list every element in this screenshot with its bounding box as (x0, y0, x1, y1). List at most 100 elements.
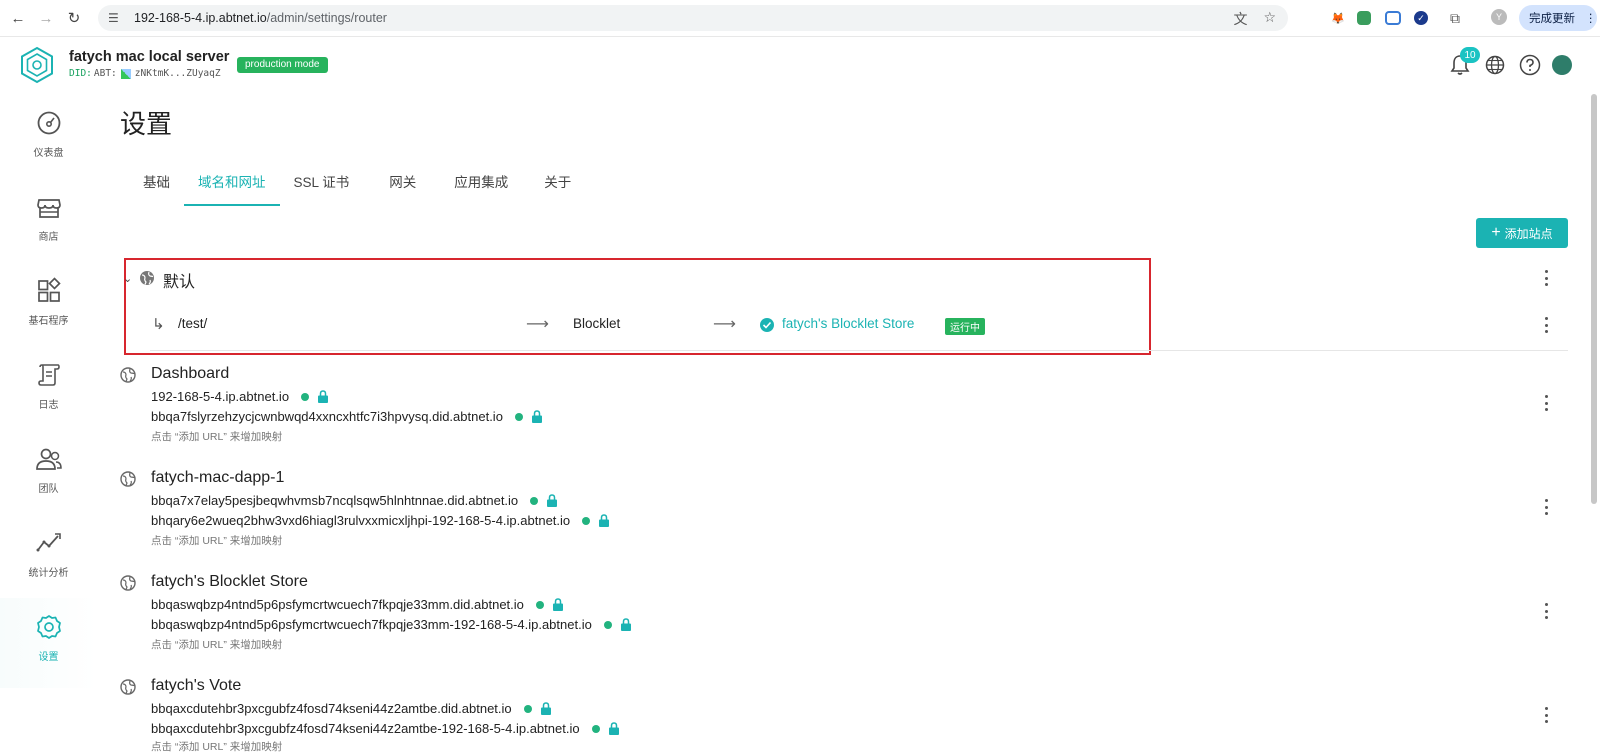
tab-gateway[interactable]: 网关 (363, 170, 430, 206)
domain-text[interactable]: bbqa7x7elay5pesjbeqwhvmsb7ncqlsqw5hlnhtn… (151, 493, 518, 508)
globe-icon (120, 471, 136, 487)
status-dot (301, 392, 310, 401)
status-dot (523, 704, 532, 713)
language-globe-icon[interactable] (1483, 53, 1507, 77)
rule-target-name[interactable]: fatych's Blocklet Store (782, 316, 914, 331)
reload-icon[interactable]: ↻ (64, 8, 84, 28)
domain-text[interactable]: 192-168-5-4.ip.abtnet.io (151, 389, 289, 404)
site-more-icon[interactable] (1543, 707, 1549, 723)
sidebar-item-label: 团队 (38, 484, 59, 495)
sidebar-item-blocklets[interactable]: 基石程序 (0, 262, 97, 342)
rule-target-type: Blocklet (573, 316, 621, 331)
site-domain[interactable]: bbqaswqbzp4ntnd5p6psfymcrtwcuech7fkpqje3… (151, 597, 564, 612)
puzzle-extensions-icon[interactable]: ⧉ (1445, 8, 1465, 28)
analytics-icon (36, 533, 61, 552)
site-more-icon[interactable] (1543, 395, 1549, 411)
translate-icon[interactable]: 文 (1233, 9, 1247, 29)
tab-domains-urls[interactable]: 域名和网址 (184, 170, 280, 206)
site-domain[interactable]: bbqaswqbzp4ntnd5p6psfymcrtwcuech7fkpqje3… (151, 617, 632, 632)
site-more-icon[interactable] (1543, 603, 1549, 619)
url-host: 192-168-5-4.ip.abtnet.io (134, 11, 267, 25)
site-domain[interactable]: bhqary6e2wueq2bhw3vxd6hiagl3rulvxxmicxlj… (151, 513, 610, 528)
tab-about[interactable]: 关于 (522, 170, 585, 206)
rule-path: /test/ (178, 316, 208, 331)
status-dot (591, 724, 600, 733)
check-circle-icon (760, 318, 774, 332)
update-button[interactable]: 完成更新 ⋮ (1519, 5, 1597, 31)
site-domain[interactable]: bbqa7x7elay5pesjbeqwhvmsb7ncqlsqw5hlnhtn… (151, 493, 558, 508)
add-url-hint: 点击 “添加 URL” 来增加映射 (151, 431, 283, 443)
site-domain[interactable]: bbqaxcdutehbr3pxcgubfz4fosd74kseni44z2am… (151, 721, 620, 736)
server-name: fatych mac local server (69, 49, 230, 65)
site-more-icon[interactable] (1543, 499, 1549, 515)
running-status-badge: 运行中 (945, 318, 985, 335)
site-domain[interactable]: bbqa7fslyrzehzycjcwnbwqd4xxncxhtfc7i3hpv… (151, 409, 543, 424)
sidebar-item-team[interactable]: 团队 (0, 430, 97, 510)
site-name: fatych's Vote (151, 677, 242, 694)
sidebar-item-label: 设置 (38, 652, 59, 663)
address-bar[interactable]: ☰ 192-168-5-4.ip.abtnet.io/admin/setting… (98, 5, 1288, 31)
status-dot (535, 600, 544, 609)
site-name: fatych-mac-dapp-1 (151, 469, 285, 486)
forward-icon[interactable]: → (36, 8, 56, 28)
app-header: fatych mac local server DID: ABT: zNKtmK..… (0, 38, 1600, 94)
lock-icon (620, 618, 631, 631)
site-domain[interactable]: 192-168-5-4.ip.abtnet.io (151, 389, 329, 404)
bookmark-star-icon[interactable]: ☆ (1263, 9, 1276, 29)
arrow-right-icon: ⟶ (526, 316, 549, 333)
sidebar-item-settings[interactable]: 设置 (0, 598, 97, 688)
user-avatar[interactable] (1552, 55, 1572, 75)
update-label: 完成更新 (1529, 13, 1575, 25)
add-url-hint: 点击 “添加 URL” 来增加映射 (151, 535, 283, 547)
check-extension-icon[interactable]: ✓ (1414, 11, 1428, 25)
globe-icon (140, 271, 154, 285)
log-icon (37, 364, 60, 386)
did-type: ABT: (93, 68, 117, 79)
browser-toolbar: ← → ↻ ☰ 192-168-5-4.ip.abtnet.io/admin/s… (0, 0, 1600, 37)
scrollbar[interactable] (1591, 94, 1597, 504)
sidebar-item-dashboard[interactable]: 仪表盘 (0, 94, 97, 174)
tab-ssl[interactable]: SSL 证书 (280, 170, 364, 206)
sidebar-item-logs[interactable]: 日志 (0, 346, 97, 426)
add-site-label: 添加站点 (1504, 226, 1553, 241)
team-icon (35, 448, 62, 470)
site-name: Dashboard (151, 365, 230, 382)
server-did[interactable]: DID: ABT: zNKtmK...ZUyaqZ (69, 68, 221, 79)
domain-text[interactable]: bbqaswqbzp4ntnd5p6psfymcrtwcuech7fkpqje3… (151, 617, 592, 632)
subdirectory-arrow-icon: ↳ (152, 316, 165, 333)
status-dot (603, 620, 612, 629)
default-site-name: 默认 (163, 274, 196, 291)
store-icon (36, 199, 61, 218)
divider (150, 350, 1568, 351)
sidebar-item-store[interactable]: 商店 (0, 178, 97, 258)
metamask-extension-icon[interactable]: 🦊 (1328, 8, 1348, 28)
domain-text[interactable]: bbqa7fslyrzehzycjcwnbwqd4xxncxhtfc7i3hpv… (151, 409, 503, 424)
default-rule-row: ↳ /test/ ⟶ Blocklet ⟶ fatych's Blocklet … (150, 316, 1110, 336)
page-title: 设置 (120, 109, 173, 139)
domain-text[interactable]: bbqaswqbzp4ntnd5p6psfymcrtwcuech7fkpqje3… (151, 597, 524, 612)
sidebar-item-analytics[interactable]: 统计分析 (0, 514, 97, 594)
add-url-hint: 点击 “添加 URL” 来增加映射 (151, 639, 283, 651)
lock-icon (531, 410, 542, 423)
site-info-icon[interactable]: ☰ (108, 11, 122, 25)
domain-text[interactable]: bbqaxcdutehbr3pxcgubfz4fosd74kseni44z2am… (151, 721, 580, 736)
window-extension-icon[interactable] (1385, 11, 1401, 25)
profile-avatar[interactable]: Y (1491, 9, 1507, 25)
plus-icon: + (1491, 224, 1501, 241)
sidebar-item-label: 统计分析 (28, 568, 69, 579)
extension-icon[interactable] (1357, 11, 1371, 25)
status-dot (514, 412, 523, 421)
site-domain[interactable]: bbqaxcdutehbr3pxcgubfz4fosd74kseni44z2am… (151, 701, 552, 716)
tab-integrations[interactable]: 应用集成 (430, 170, 522, 206)
add-site-button[interactable]: + 添加站点 (1476, 218, 1568, 248)
back-icon[interactable]: ← (8, 8, 28, 28)
lock-icon (599, 514, 610, 527)
default-site-more-icon[interactable] (1543, 270, 1549, 286)
settings-tabs: 基础 域名和网址 SSL 证书 网关 应用集成 关于 (140, 170, 585, 206)
tab-basic[interactable]: 基础 (140, 170, 184, 206)
domain-text[interactable]: bhqary6e2wueq2bhw3vxd6hiagl3rulvxxmicxlj… (151, 513, 570, 528)
rule-more-icon[interactable] (1543, 317, 1549, 333)
domain-text[interactable]: bbqaxcdutehbr3pxcgubfz4fosd74kseni44z2am… (151, 701, 512, 716)
chevron-down-icon[interactable]: ⌄ (123, 272, 132, 285)
help-icon[interactable] (1518, 53, 1542, 77)
